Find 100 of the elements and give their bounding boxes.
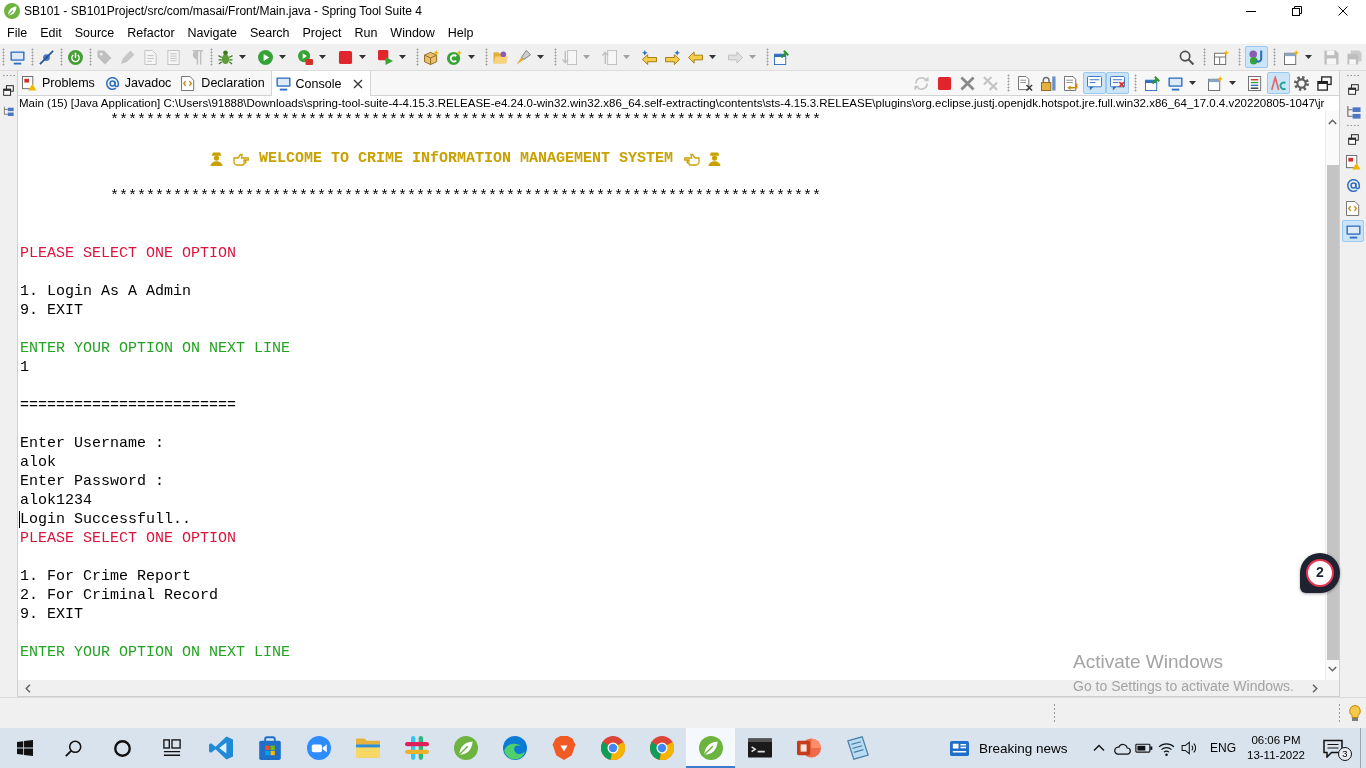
news-icon <box>950 738 970 758</box>
flashlight-icon <box>516 49 531 65</box>
restore-button[interactable] <box>1 83 16 98</box>
menu-item[interactable]: Run <box>347 22 384 44</box>
restore-icon <box>1317 75 1332 91</box>
battery-icon <box>1135 741 1153 755</box>
error-toggle-button[interactable] <box>1106 72 1129 94</box>
close-tab-button[interactable] <box>352 77 365 90</box>
restore-icon <box>1347 83 1359 95</box>
stop-icon <box>937 75 952 91</box>
output-toggle-button[interactable] <box>1083 72 1106 94</box>
menu-heading: PLEASE SELECT ONE OPTION <box>20 529 237 548</box>
play-toolbox-icon <box>298 49 313 65</box>
segmented-circle-icon <box>600 736 625 760</box>
view-tab[interactable]: Declaration <box>177 71 271 95</box>
console-line: ======================== <box>20 396 237 415</box>
segmented-circle-icon <box>649 736 674 760</box>
leaf-icon <box>4 3 20 19</box>
vertical-scrollbar[interactable] <box>1325 111 1339 680</box>
menu-item[interactable]: Edit <box>33 22 68 44</box>
menu-item[interactable]: Search <box>242 22 296 44</box>
search-icon <box>1179 49 1194 65</box>
scrollbar-thumb[interactable] <box>1326 165 1339 660</box>
console-line: alok1234 <box>20 491 92 510</box>
console-line: 1. Login As A Admin <box>20 282 192 301</box>
menu-item[interactable]: Project <box>295 22 348 44</box>
slide-tile-icon <box>796 736 821 760</box>
cross-icon <box>960 75 975 91</box>
document-lines-icon <box>166 49 181 65</box>
chevron-up-icon <box>1093 744 1106 752</box>
ansi-toggle-button[interactable] <box>1267 72 1290 94</box>
tree-icon <box>1345 104 1361 120</box>
power-icon <box>68 49 83 65</box>
chevron-right-icon <box>1312 683 1318 693</box>
menu-item[interactable]: Navigate <box>180 22 243 44</box>
play-icon <box>258 49 273 65</box>
menu-item[interactable]: Help <box>440 22 480 44</box>
monitor-icon <box>275 76 291 91</box>
asterisk-line: ******************************************************************************* <box>110 111 822 130</box>
view-tab[interactable]: Javadoc <box>100 71 178 95</box>
minimize-icon <box>1246 10 1256 12</box>
double-cross-icon <box>983 75 998 91</box>
clock-button[interactable]: 06:06 PM 13-11-2022 <box>1246 728 1306 768</box>
restore-icon <box>1347 133 1359 145</box>
outline-button[interactable] <box>1 104 16 119</box>
settings-icon <box>1294 75 1309 91</box>
sync-arrows-icon <box>914 75 929 91</box>
console-line: Enter Password : <box>20 472 165 491</box>
shield-icon <box>551 736 576 760</box>
leaf-icon <box>698 736 723 760</box>
view-tab[interactable]: Problems <box>18 71 101 95</box>
package-icon <box>424 49 439 65</box>
cloud-icon <box>1112 741 1131 755</box>
shopping-bag-icon <box>257 736 282 760</box>
bug-icon <box>218 49 233 65</box>
back-arrow-icon <box>688 49 703 65</box>
window-pin-icon <box>774 49 789 65</box>
police-officer-icon <box>210 151 223 166</box>
pointing-hand-icon <box>233 151 249 166</box>
marker-icon <box>120 49 135 65</box>
close-icon <box>1338 6 1348 16</box>
perspective-button[interactable] <box>1245 46 1268 68</box>
horizontal-scrollbar[interactable] <box>18 680 1339 696</box>
terminal-window-icon <box>747 736 772 760</box>
window-title: SB101 - SB101Project/src/com/masai/Front/Main.java - Spring Tool Suite 4 <box>24 4 423 18</box>
restore-icon <box>1292 6 1302 16</box>
ribbon-icon <box>208 736 233 760</box>
chevron-up-icon <box>1328 119 1337 125</box>
news-button[interactable]: Breaking news <box>948 728 1081 768</box>
open-folder-icon <box>493 49 508 65</box>
view-tab[interactable]: Console <box>270 71 372 96</box>
speech-bubble-icon <box>1323 738 1343 758</box>
notifications-button[interactable]: 3 <box>1306 728 1360 768</box>
open-ring-icon <box>447 49 462 65</box>
console-line: Enter Username : <box>20 434 165 453</box>
speaker-icon <box>1181 740 1197 756</box>
tips-button[interactable] <box>1349 705 1361 721</box>
monitor-icon <box>1168 75 1183 91</box>
tree-icon <box>3 106 14 117</box>
pointing-hand-icon <box>684 151 701 166</box>
slashed-circle-icon <box>39 49 54 65</box>
menu-item[interactable]: Refactor <box>120 22 181 44</box>
console-line: 2. For Criminal Record <box>20 586 219 605</box>
restore-icon <box>3 85 14 96</box>
lightbulb-icon <box>1349 705 1361 721</box>
monitor-icon <box>10 49 25 65</box>
stop-arrow-icon <box>378 49 393 65</box>
down-arrow-icon <box>562 49 577 65</box>
menu-item[interactable]: Source <box>67 22 121 44</box>
document-cross-icon <box>1018 75 1033 91</box>
menu-item[interactable]: Window <box>383 22 441 44</box>
menu-item[interactable]: File <box>0 22 34 44</box>
banner-title: WELCOME TO CRIME INfORMATION MANAGEMENT SYSTEM <box>259 149 674 168</box>
language-button[interactable]: ENG <box>1200 728 1246 768</box>
ring-icon <box>114 739 131 757</box>
windows-logo-icon <box>16 740 33 756</box>
swirl-icon <box>502 736 527 760</box>
console-line: alok <box>20 453 56 472</box>
console-view-button[interactable] <box>1342 220 1364 242</box>
chevron-arc-icon <box>1271 75 1286 91</box>
